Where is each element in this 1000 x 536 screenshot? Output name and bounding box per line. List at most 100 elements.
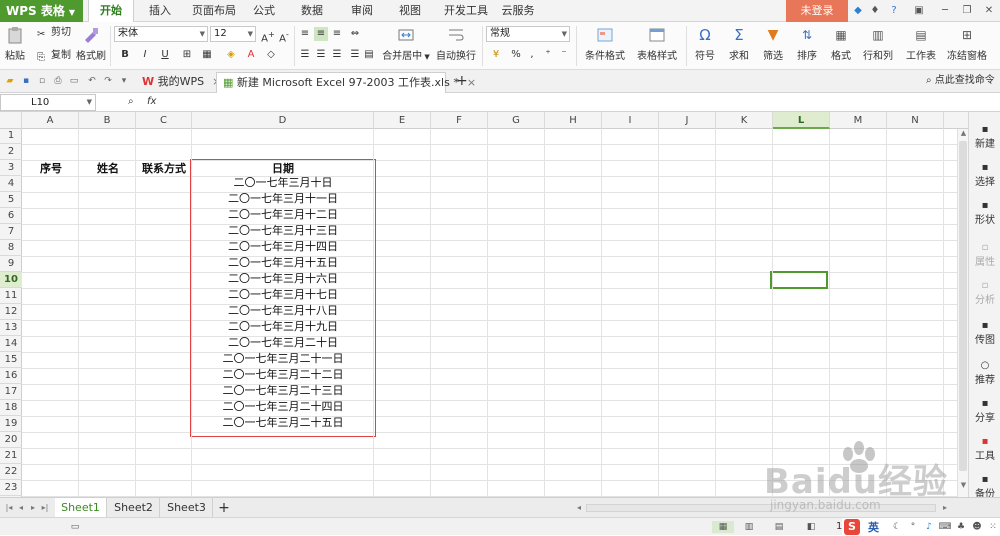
skin-icon[interactable]: ◆ [851,4,865,18]
paste-button[interactable]: 粘贴 [2,24,28,68]
cell-header-contact[interactable]: 联系方式 [136,161,192,177]
column-header-M[interactable]: M [830,112,887,129]
last-sheet-icon[interactable]: ▸| [40,502,50,514]
row-header-16[interactable]: 16 [0,368,22,384]
column-header-D[interactable]: D [192,112,374,129]
align-middle-icon[interactable]: ≡ [314,27,328,41]
row-header-1[interactable]: 1 [0,128,22,144]
align-center-icon[interactable]: ☰ [314,48,328,62]
freeze-panes-button[interactable]: ⊞ 冻结窗格 [944,24,990,68]
shrink-font-icon[interactable]: A- [277,27,291,44]
vertical-scrollbar[interactable]: ▲ ▼ [957,129,968,497]
column-header-B[interactable]: B [79,112,136,129]
row-header-8[interactable]: 8 [0,240,22,256]
close-icon[interactable]: ✕ [982,4,996,18]
tab-review[interactable]: 审阅 [346,0,378,22]
italic-button[interactable]: I [138,48,152,62]
distributed-icon[interactable]: ▤ [362,48,376,62]
row-header-20[interactable]: 20 [0,432,22,448]
row-header-21[interactable]: 21 [0,448,22,464]
undo-icon[interactable]: ↶ [86,75,98,87]
percent-icon[interactable]: % [509,48,523,62]
grow-font-icon[interactable]: A+ [261,27,275,44]
scroll-thumb[interactable] [959,141,967,471]
new-tab-button[interactable]: + [450,72,470,93]
fill-style-icon[interactable]: ▦ [200,48,214,62]
microphone-icon[interactable]: ♪ [922,521,936,533]
cut-button[interactable]: ✂ 剪切 [37,26,71,40]
row-header-3[interactable]: 3 [0,160,22,176]
conditional-format-button[interactable]: 条件格式 [580,24,630,68]
row-header-6[interactable]: 6 [0,208,22,224]
text-direction-icon[interactable]: ⇔ [348,27,362,41]
formula-input[interactable] [166,94,1000,111]
macro-icon[interactable]: ▭ [68,521,82,533]
column-header-A[interactable]: A [22,112,79,129]
align-right-icon[interactable]: ☰ [330,48,344,62]
border-icon[interactable]: ⊞ [180,48,194,62]
pane-properties[interactable]: ▫ 属性 [969,242,1000,268]
page-break-view-icon[interactable]: ▤ [772,521,786,533]
help-icon[interactable]: ? [887,4,901,18]
format-button[interactable]: ▦ 格式 [826,24,856,68]
row-header-17[interactable]: 17 [0,384,22,400]
pane-tools[interactable]: ▪ 工具 [969,436,1000,462]
row-header-15[interactable]: 15 [0,352,22,368]
column-header-J[interactable]: J [659,112,716,129]
font-color-icon[interactable]: A [244,48,258,62]
row-header-5[interactable]: 5 [0,192,22,208]
restore-icon[interactable]: ❐ [960,4,974,18]
pane-analysis[interactable]: ▫ 分析 [969,280,1000,306]
table-style-button[interactable]: 表格样式 [632,24,682,68]
login-button[interactable]: 未登录 [786,0,848,22]
cell-area[interactable]: 序号 姓名 联系方式 日期 二〇一七年三月十日 二〇一七年三月十一日 二〇一七年三月… [22,129,968,497]
increase-decimal-icon[interactable]: ⁺ [541,48,555,62]
row-header-11[interactable]: 11 [0,288,22,304]
font-size-select[interactable]: 12 ▼ [210,26,256,42]
pane-share[interactable]: ▪ 分享 [969,398,1000,424]
row-header-7[interactable]: 7 [0,224,22,240]
next-sheet-icon[interactable]: ▸ [28,502,38,514]
filter-button[interactable]: ▼ 筛选 [758,24,788,68]
justify-icon[interactable]: ☰ [348,48,362,62]
column-header-E[interactable]: E [374,112,431,129]
print-icon[interactable]: ⎙ [52,75,64,87]
reading-mode-icon[interactable]: ◧ [804,521,818,533]
shirt-icon[interactable]: ♦ [868,4,882,18]
cell-header-seq[interactable]: 序号 [22,161,80,177]
grid-menu-icon[interactable]: ⁙ [986,521,1000,533]
column-header-C[interactable]: C [136,112,192,129]
symbol-button[interactable]: Ω 符号 [690,24,720,68]
open-icon[interactable]: ▰ [4,75,16,87]
moon-icon[interactable]: ☾ [890,521,904,533]
tab-formula[interactable]: 公式 [248,0,280,22]
row-header-12[interactable]: 12 [0,304,22,320]
format-painter-button[interactable]: 格式刷 [74,24,108,68]
pane-select[interactable]: ▪ 选择 [969,162,1000,188]
user-icon[interactable]: ☻ [970,521,984,533]
auto-wrap-button[interactable]: 自动换行 [434,24,478,68]
number-format-select[interactable]: 常规 ▼ [486,26,570,42]
row-header-13[interactable]: 13 [0,320,22,336]
function-button[interactable]: fx [147,95,156,109]
sum-button[interactable]: Σ 求和 [724,24,754,68]
currency-icon[interactable]: ¥ [489,48,503,62]
scroll-down-icon[interactable]: ▼ [959,481,968,491]
tab-insert[interactable]: 插入 [142,0,178,22]
scroll-left-icon[interactable]: ◂ [574,502,584,514]
skin-icon[interactable]: ♣ [954,521,968,533]
sheet-tab-2[interactable]: Sheet2 [108,498,160,518]
pane-new[interactable]: ▪ 新建 [969,124,1000,150]
punctuation-icon[interactable]: ° [906,521,920,533]
normal-view-icon[interactable]: ▦ [712,521,734,533]
tab-data[interactable]: 数据 [296,0,328,22]
tab-cloud[interactable]: 云服务 [496,0,540,22]
column-header-I[interactable]: I [602,112,659,129]
cell-header-name[interactable]: 姓名 [80,161,136,177]
select-all-corner[interactable] [0,112,22,129]
zoom-search-icon[interactable]: ⌕ [128,95,134,109]
print-preview-icon[interactable]: ▫ [36,75,48,87]
ime-lang-toggle[interactable]: 英 [868,519,879,535]
save-icon[interactable]: ▪ [20,75,32,87]
align-top-icon[interactable]: ≡ [298,27,312,41]
